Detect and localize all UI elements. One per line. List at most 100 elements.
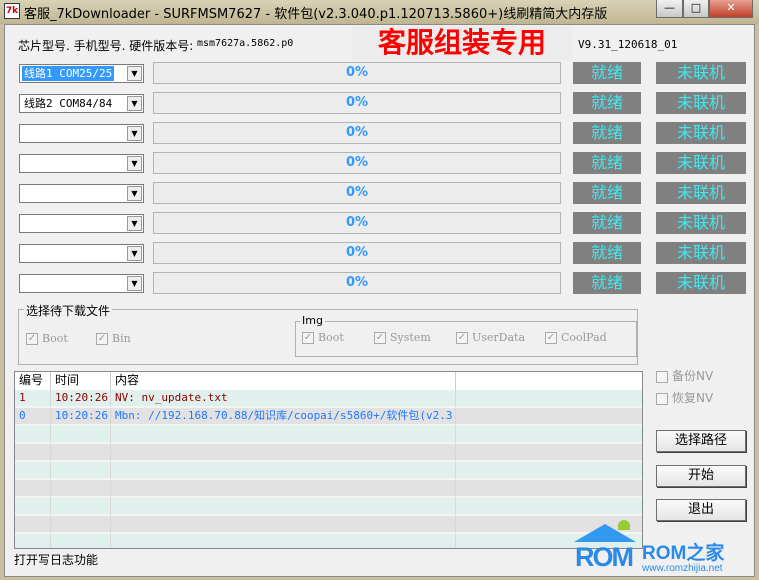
log-row[interactable] — [15, 426, 642, 444]
system-checkbox[interactable]: ✓ System — [374, 331, 431, 344]
column-extra[interactable] — [456, 372, 642, 390]
log-content — [111, 516, 456, 533]
link-indicator: 未联机 — [656, 182, 746, 204]
status-indicator: 就绪 — [573, 242, 641, 264]
info-value: msm7627a.5862.p0 — [197, 38, 294, 49]
port-combo[interactable]: ▼ — [19, 214, 144, 233]
log-row[interactable] — [15, 534, 642, 548]
log-extra — [456, 444, 642, 461]
log-list[interactable]: 编号 时间 内容 1 10:20:26 NV: nv_update.txt 0 … — [14, 371, 643, 549]
log-id — [15, 516, 51, 533]
log-row[interactable]: 1 10:20:26 NV: nv_update.txt — [15, 390, 642, 408]
port-combo-value — [22, 156, 26, 171]
port-combo-value — [22, 126, 26, 141]
check-icon: ✓ — [374, 332, 386, 344]
select-path-button[interactable]: 选择路径 — [656, 430, 746, 452]
link-indicator: 未联机 — [656, 122, 746, 144]
coolpad-checkbox[interactable]: ✓ CoolPad — [545, 331, 607, 344]
maximize-button[interactable]: □ — [683, 0, 709, 18]
log-content: Mbn: //192.168.70.88/知识库/coopai/s5860+/软… — [111, 408, 456, 425]
bin-checkbox[interactable]: ✓ Bin — [96, 332, 131, 345]
dropdown-arrow-icon[interactable]: ▼ — [127, 246, 142, 261]
link-indicator: 未联机 — [656, 62, 746, 84]
log-time: 10:20:26 — [51, 390, 111, 407]
log-extra — [456, 462, 642, 479]
status-indicator: 就绪 — [573, 212, 641, 234]
check-icon: ✓ — [96, 333, 108, 345]
img-boot-label: Boot — [318, 331, 344, 344]
port-combo-value — [22, 246, 26, 261]
port-combo-value — [22, 216, 26, 231]
dropdown-arrow-icon[interactable]: ▼ — [127, 276, 142, 291]
port-combo[interactable]: ▼ — [19, 244, 144, 263]
log-content — [111, 462, 456, 479]
log-row[interactable] — [15, 498, 642, 516]
port-combo[interactable]: ▼ — [19, 154, 144, 173]
boot-checkbox[interactable]: ✓ Boot — [26, 332, 68, 345]
log-id — [15, 462, 51, 479]
log-content: NV: nv_update.txt — [111, 390, 456, 407]
restore-nv-label: 恢复NV — [672, 391, 714, 405]
column-content[interactable]: 内容 — [111, 372, 456, 390]
log-row[interactable] — [15, 516, 642, 534]
log-content — [111, 426, 456, 443]
port-combo[interactable]: 线路2 COM84/84 ▼ — [19, 94, 144, 113]
log-row[interactable]: 0 10:20:26 Mbn: //192.168.70.88/知识库/coop… — [15, 408, 642, 426]
bin-label: Bin — [112, 332, 131, 345]
checkbox-box — [656, 392, 668, 405]
log-row[interactable] — [15, 444, 642, 462]
log-content — [111, 498, 456, 515]
start-button[interactable]: 开始 — [656, 465, 746, 487]
log-extra — [456, 480, 642, 497]
progress-bar: 0% — [153, 272, 561, 294]
log-toggle[interactable]: 打开写日志功能 — [14, 551, 98, 568]
log-row[interactable] — [15, 480, 642, 498]
link-indicator: 未联机 — [656, 92, 746, 114]
dropdown-arrow-icon[interactable]: ▼ — [127, 126, 142, 141]
log-content — [111, 480, 456, 497]
port-combo-value — [22, 186, 26, 201]
dropdown-arrow-icon[interactable]: ▼ — [127, 186, 142, 201]
log-id — [15, 426, 51, 443]
log-time — [51, 462, 111, 479]
backup-nv-label: 备份NV — [672, 369, 714, 383]
window-title: 客服_7kDownloader - SURFMSM7627 - 软件包(v2.3… — [24, 7, 608, 22]
log-row[interactable] — [15, 462, 642, 480]
port-combo[interactable]: ▼ — [19, 184, 144, 203]
port-combo[interactable]: ▼ — [19, 124, 144, 143]
port-combo[interactable]: 线路1 COM25/25 ▼ — [19, 64, 144, 83]
userdata-label: UserData — [472, 331, 526, 344]
port-combo[interactable]: ▼ — [19, 274, 144, 293]
dropdown-arrow-icon[interactable]: ▼ — [127, 216, 142, 231]
checkbox-box — [656, 370, 668, 383]
column-id[interactable]: 编号 — [15, 372, 51, 390]
log-id — [15, 498, 51, 515]
port-combo-value — [22, 276, 26, 291]
log-extra — [456, 390, 642, 407]
coolpad-label: CoolPad — [561, 331, 607, 344]
restore-nv-checkbox[interactable]: 恢复NV — [656, 389, 713, 406]
progress-bar: 0% — [153, 212, 561, 234]
dropdown-arrow-icon[interactable]: ▼ — [127, 156, 142, 171]
dropdown-arrow-icon[interactable]: ▼ — [127, 96, 142, 111]
link-indicator: 未联机 — [656, 152, 746, 174]
dropdown-arrow-icon[interactable]: ▼ — [127, 66, 142, 81]
close-button[interactable]: ✕ — [709, 0, 753, 18]
progress-bar: 0% — [153, 182, 561, 204]
check-icon: ✓ — [26, 333, 38, 345]
log-id: 1 — [15, 390, 51, 407]
status-indicator: 就绪 — [573, 122, 641, 144]
progress-bar: 0% — [153, 122, 561, 144]
minimize-button[interactable]: — — [656, 0, 683, 18]
userdata-checkbox[interactable]: ✓ UserData — [456, 331, 525, 344]
title-bar[interactable]: 7k 客服_7kDownloader - SURFMSM7627 - 软件包(v… — [0, 0, 759, 24]
exit-button[interactable]: 退出 — [656, 499, 746, 521]
file-select-title: 选择待下载文件 — [24, 302, 113, 319]
img-group-title: Img — [300, 314, 325, 327]
brand-text: ROM之家 — [642, 543, 725, 564]
log-content — [111, 444, 456, 461]
column-time[interactable]: 时间 — [51, 372, 111, 390]
link-indicator: 未联机 — [656, 212, 746, 234]
backup-nv-checkbox[interactable]: 备份NV — [656, 367, 713, 384]
img-boot-checkbox[interactable]: ✓ Boot — [302, 331, 344, 344]
